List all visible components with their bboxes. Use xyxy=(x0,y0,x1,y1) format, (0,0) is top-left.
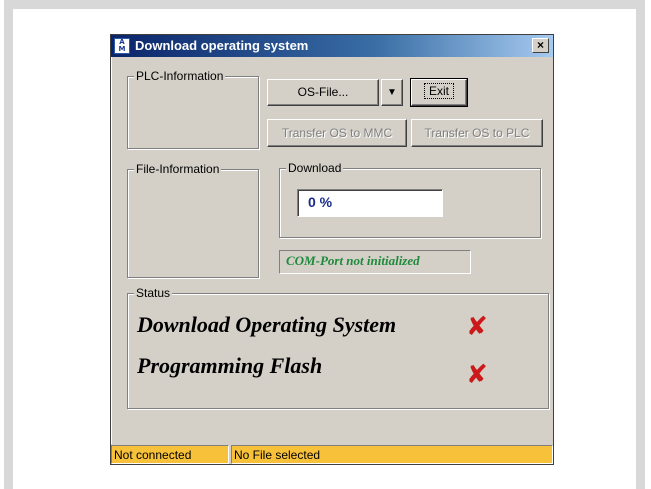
transfer-os-to-plc-label: Transfer OS to PLC xyxy=(424,126,530,140)
os-file-button[interactable]: OS-File... xyxy=(267,79,379,106)
title-bar[interactable]: AM Download operating system × xyxy=(111,35,553,57)
chevron-down-icon: ▼ xyxy=(387,87,397,98)
download-progress-value: 0 % xyxy=(308,194,333,210)
download-os-dialog: AM Download operating system × PLC-Infor… xyxy=(110,34,554,465)
plc-information-group: PLC-Information xyxy=(127,69,259,149)
app-icon: AM xyxy=(114,38,130,54)
window-title: Download operating system xyxy=(135,38,309,53)
status-bar: Not connected No File selected xyxy=(111,444,553,464)
status-file-text: No File selected xyxy=(234,448,321,462)
close-icon: × xyxy=(536,38,544,52)
download-title: Download xyxy=(286,161,344,175)
transfer-os-to-mmc-label: Transfer OS to MMC xyxy=(281,126,393,140)
os-file-dropdown-button[interactable]: ▼ xyxy=(381,79,403,106)
download-progress-field: 0 % xyxy=(297,189,443,217)
failed-x-icon: ✘ xyxy=(466,312,488,342)
close-button[interactable]: × xyxy=(532,38,549,53)
exit-label: Exit xyxy=(423,83,454,99)
os-file-label: OS-File... xyxy=(297,85,349,99)
file-information-group: File-Information xyxy=(127,162,259,278)
status-file-panel: No File selected xyxy=(231,445,553,464)
status-connection-text: Not connected xyxy=(114,448,192,462)
plc-information-title: PLC-Information xyxy=(134,69,226,83)
exit-button[interactable]: Exit xyxy=(410,78,468,107)
transfer-os-to-plc-button[interactable]: Transfer OS to PLC xyxy=(411,119,543,147)
failed-x-icon: ✘ xyxy=(466,360,488,390)
status-title: Status xyxy=(134,286,173,300)
status-connection-panel: Not connected xyxy=(111,445,229,464)
com-port-status-text: COM-Port not initialized xyxy=(286,253,420,268)
status-download-os-label: Download Operating System xyxy=(137,312,397,337)
status-programming-flash-label: Programming Flash xyxy=(137,353,323,378)
com-port-status: COM-Port not initialized xyxy=(279,250,471,274)
file-information-title: File-Information xyxy=(134,162,222,176)
status-group: Status xyxy=(127,286,549,409)
transfer-os-to-mmc-button[interactable]: Transfer OS to MMC xyxy=(267,119,407,147)
